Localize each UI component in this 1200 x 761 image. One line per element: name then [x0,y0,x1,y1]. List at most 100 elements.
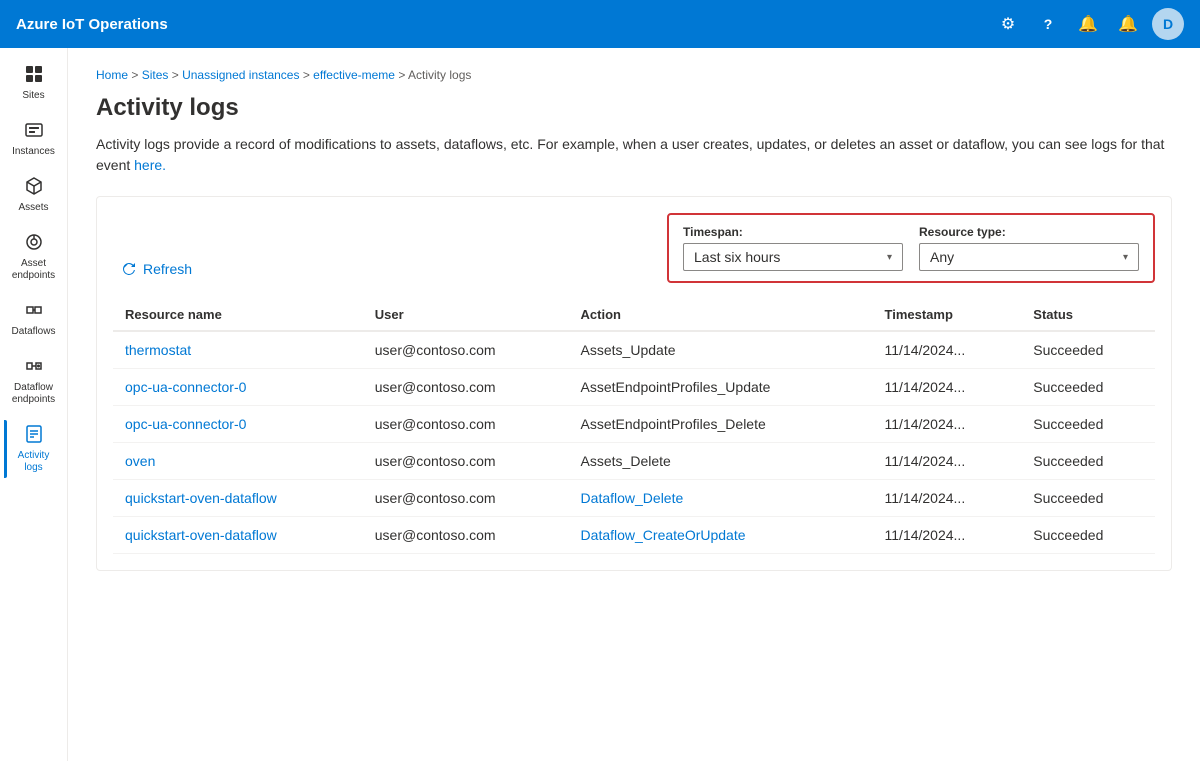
timespan-value: Last six hours [694,249,780,265]
instances-icon [24,120,44,144]
cell-timestamp: 11/14/2024... [873,480,1022,517]
cell-resource-name[interactable]: quickstart-oven-dataflow [113,517,363,554]
sidebar-item-assets[interactable]: Assets [4,168,64,222]
refresh-label: Refresh [143,261,192,277]
cell-resource-name[interactable]: opc-ua-connector-0 [113,369,363,406]
activity-logs-card: Refresh Timespan: Last six hours ▾ Resou… [96,196,1172,571]
cell-status: Succeeded [1021,331,1155,369]
timespan-filter: Timespan: Last six hours ▾ [683,225,903,271]
sidebar: Sites Instances Assets Asset endpoints D… [0,48,68,761]
col-action: Action [569,299,873,331]
cell-timestamp: 11/14/2024... [873,443,1022,480]
sidebar-instances-label: Instances [12,146,55,158]
activity-logs-table-container: Resource name User Action Timestamp Stat… [113,299,1155,554]
top-navigation: Azure IoT Operations ⚙ ? 🔔 🔔 D [0,0,1200,48]
dataflow-endpoints-icon [24,356,44,380]
sites-icon [24,64,44,88]
timespan-chevron-icon: ▾ [887,252,892,263]
help-icon[interactable]: ? [1032,8,1064,40]
cell-timestamp: 11/14/2024... [873,517,1022,554]
sidebar-activity-logs-label: Activity logs [8,450,60,474]
sidebar-sites-label: Sites [22,90,44,102]
breadcrumb-sep3: > [303,68,313,82]
refresh-button[interactable]: Refresh [113,255,200,283]
resource-type-select[interactable]: Any ▾ [919,243,1139,271]
description-here-link[interactable]: here. [134,157,166,173]
cell-resource-name[interactable]: quickstart-oven-dataflow [113,480,363,517]
avatar[interactable]: D [1152,8,1184,40]
main-content: Home > Sites > Unassigned instances > ef… [68,48,1200,761]
sidebar-item-dataflows[interactable]: Dataflows [4,292,64,346]
resource-type-filter: Resource type: Any ▾ [919,225,1139,271]
filter-group: Timespan: Last six hours ▾ Resource type… [667,213,1155,283]
activity-logs-icon [24,424,44,448]
sidebar-item-dataflow-endpoints[interactable]: Dataflow endpoints [4,348,64,414]
refresh-icon [121,261,137,277]
resource-type-value: Any [930,249,954,265]
breadcrumb-current: Activity logs [408,68,471,82]
breadcrumb-effective-meme[interactable]: effective-meme [313,68,395,82]
sidebar-asset-endpoints-label: Asset endpoints [8,258,60,282]
table-row: oven user@contoso.com Assets_Delete 11/1… [113,443,1155,480]
cell-timestamp: 11/14/2024... [873,369,1022,406]
cell-action[interactable]: Dataflow_Delete [569,480,873,517]
sidebar-assets-label: Assets [18,202,48,214]
page-description: Activity logs provide a record of modifi… [96,134,1172,176]
sidebar-item-instances[interactable]: Instances [4,112,64,166]
table-header-row: Resource name User Action Timestamp Stat… [113,299,1155,331]
cell-action: AssetEndpointProfiles_Delete [569,406,873,443]
breadcrumb-sep1: > [131,68,141,82]
breadcrumb-unassigned-instances[interactable]: Unassigned instances [182,68,299,82]
col-status: Status [1021,299,1155,331]
resource-type-chevron-icon: ▾ [1123,252,1128,263]
table-row: thermostat user@contoso.com Assets_Updat… [113,331,1155,369]
cell-status: Succeeded [1021,369,1155,406]
notification-bell-icon[interactable]: 🔔 [1112,8,1144,40]
resource-type-label: Resource type: [919,225,1139,239]
col-timestamp: Timestamp [873,299,1022,331]
asset-endpoints-icon [24,232,44,256]
cell-user: user@contoso.com [363,369,569,406]
breadcrumb-sep4: > [398,68,408,82]
cell-action: AssetEndpointProfiles_Update [569,369,873,406]
sidebar-item-asset-endpoints[interactable]: Asset endpoints [4,224,64,290]
settings-icon[interactable]: ⚙ [992,8,1024,40]
sidebar-item-activity-logs[interactable]: Activity logs [4,416,64,482]
sidebar-dataflow-endpoints-label: Dataflow endpoints [8,382,60,406]
breadcrumb: Home > Sites > Unassigned instances > ef… [96,68,1172,82]
cell-action: Assets_Update [569,331,873,369]
cell-status: Succeeded [1021,517,1155,554]
table-row: opc-ua-connector-0 user@contoso.com Asse… [113,406,1155,443]
cell-user: user@contoso.com [363,406,569,443]
sidebar-item-sites[interactable]: Sites [4,56,64,110]
col-resource-name: Resource name [113,299,363,331]
app-title: Azure IoT Operations [16,16,168,33]
cell-user: user@contoso.com [363,331,569,369]
timespan-select[interactable]: Last six hours ▾ [683,243,903,271]
cell-resource-name[interactable]: thermostat [113,331,363,369]
col-user: User [363,299,569,331]
timespan-label: Timespan: [683,225,903,239]
breadcrumb-sites[interactable]: Sites [142,68,169,82]
page-title: Activity logs [96,94,1172,122]
cell-timestamp: 11/14/2024... [873,331,1022,369]
table-row: opc-ua-connector-0 user@contoso.com Asse… [113,369,1155,406]
cell-status: Succeeded [1021,406,1155,443]
feedback-bell-icon[interactable]: 🔔 [1072,8,1104,40]
breadcrumb-home[interactable]: Home [96,68,128,82]
cell-resource-name[interactable]: opc-ua-connector-0 [113,406,363,443]
sidebar-dataflows-label: Dataflows [12,326,56,338]
cell-resource-name[interactable]: oven [113,443,363,480]
dataflows-icon [24,300,44,324]
breadcrumb-sep2: > [172,68,182,82]
cell-user: user@contoso.com [363,443,569,480]
assets-icon [24,176,44,200]
table-row: quickstart-oven-dataflow user@contoso.co… [113,517,1155,554]
activity-logs-table: Resource name User Action Timestamp Stat… [113,299,1155,554]
table-row: quickstart-oven-dataflow user@contoso.co… [113,480,1155,517]
cell-user: user@contoso.com [363,517,569,554]
cell-timestamp: 11/14/2024... [873,406,1022,443]
cell-action[interactable]: Dataflow_CreateOrUpdate [569,517,873,554]
topnav-icons: ⚙ ? 🔔 🔔 D [992,8,1184,40]
cell-user: user@contoso.com [363,480,569,517]
